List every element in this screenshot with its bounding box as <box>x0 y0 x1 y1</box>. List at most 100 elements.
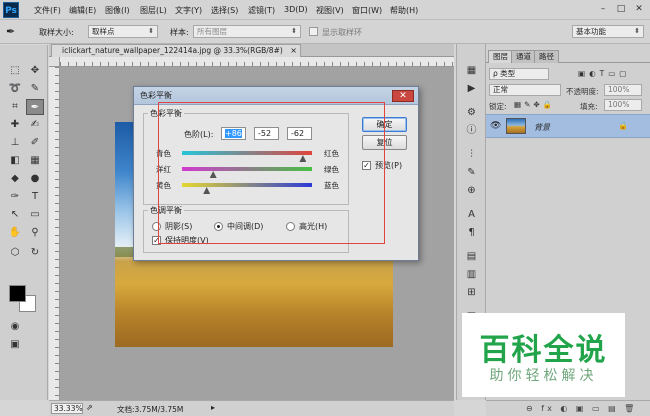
quick-mask-icon[interactable]: ◉ <box>6 319 24 335</box>
healing-brush-icon[interactable]: ✚ <box>6 117 24 133</box>
screen-mode-icon[interactable]: ▣ <box>6 337 24 353</box>
menu-layer[interactable]: 图层(L) <box>140 5 167 16</box>
quick-select-tool-icon[interactable]: ✎ <box>26 81 44 97</box>
window-controls: – □ ✕ <box>596 3 646 15</box>
minimize-icon[interactable]: – <box>596 3 610 15</box>
3d-tool-icon[interactable]: ⬡ <box>6 245 24 261</box>
clone-source-icon[interactable]: ⊕ <box>464 184 479 198</box>
eyedropper-icon[interactable]: ✒ <box>6 25 15 38</box>
path-select-icon[interactable]: ↖ <box>6 207 24 223</box>
crop-tool-icon[interactable]: ⌗ <box>6 99 24 115</box>
filter-icons[interactable]: ▣◐T▭▢ <box>578 69 630 78</box>
foreground-color-swatch[interactable] <box>9 285 26 302</box>
pen-tool-icon[interactable]: ✑ <box>6 189 24 205</box>
tab-layers[interactable]: 图层 <box>488 50 513 63</box>
close-icon[interactable]: ✕ <box>632 3 646 15</box>
brush-tool-icon[interactable]: ✍ <box>26 117 44 133</box>
move-tool-icon[interactable]: ✥ <box>26 63 44 79</box>
lock-icons[interactable]: ▦✎✥🔒 <box>514 100 555 109</box>
layers-footer-icons[interactable]: ⊖ fx ◐ ▣ ▭ ▤ 🗑 <box>486 400 650 416</box>
dodge-tool-icon[interactable]: ● <box>26 171 44 187</box>
menu-file[interactable]: 文件(F) <box>34 5 61 16</box>
yellow-blue-slider[interactable] <box>182 183 312 187</box>
slider-cyan-label: 青色 <box>156 149 171 158</box>
status-bar: 33.33% ⇗ 文档:3.75M/3.75M ▸ <box>49 400 454 416</box>
styles-icon[interactable]: ▥ <box>464 268 479 282</box>
kind-filter-select[interactable]: ρ 类型 <box>489 68 549 80</box>
layer-comps-icon[interactable]: ⊞ <box>464 286 479 300</box>
preview-checkbox[interactable]: ✓ <box>362 161 371 170</box>
sliders-icon[interactable]: ⫶ <box>464 148 479 162</box>
tab-channels[interactable]: 通道 <box>511 50 536 63</box>
menu-filter[interactable]: 滤镜(T) <box>248 5 275 16</box>
adjustments-icon[interactable]: ⚙ <box>464 106 479 120</box>
zoom-tool-icon[interactable]: ⚲ <box>26 225 44 241</box>
ok-button[interactable]: 确定 <box>362 117 407 132</box>
menu-edit[interactable]: 编辑(E) <box>69 5 96 16</box>
close-icon[interactable]: ✕ <box>392 90 414 102</box>
blur-tool-icon[interactable]: ◆ <box>6 171 24 187</box>
eraser-tool-icon[interactable]: ◧ <box>6 153 24 169</box>
slider-red-label: 红色 <box>324 149 339 158</box>
layer-row-background[interactable]: 👁 背景 🔒 <box>486 114 650 138</box>
menu-help[interactable]: 帮助(H) <box>390 5 418 16</box>
marquee-tool-icon[interactable]: ⬚ <box>6 63 24 79</box>
watermark-title: 百科全说 <box>479 333 608 368</box>
slider-yellow-label: 黄色 <box>156 181 171 190</box>
menu-image[interactable]: 图像(I) <box>105 5 130 16</box>
menu-3d[interactable]: 3D(D) <box>284 5 308 14</box>
document-tab[interactable]: iclickart_nature_wallpaper_122414a.jpg @… <box>51 44 301 57</box>
type-tool-icon[interactable]: T <box>26 189 44 205</box>
maximize-icon[interactable]: □ <box>614 3 628 15</box>
close-icon[interactable]: × <box>290 45 297 57</box>
properties-icon[interactable]: ⓘ <box>464 124 479 138</box>
play-action-icon[interactable]: ▶ <box>464 82 479 96</box>
radio-shadows[interactable] <box>152 222 161 231</box>
reset-button[interactable]: 复位 <box>362 135 407 150</box>
menu-type[interactable]: 文字(Y) <box>175 5 202 16</box>
zoom-field[interactable]: 33.33% <box>51 403 83 414</box>
color-balance-group-title: 色彩平衡 <box>148 108 184 119</box>
status-menu-icon[interactable]: ▸ <box>211 403 215 412</box>
hand-tool-icon[interactable]: ✋ <box>6 225 24 241</box>
sample-select[interactable]: 所有图层 ⬍ <box>193 25 301 38</box>
menu-select[interactable]: 选择(S) <box>211 5 238 16</box>
gradient-tool-icon[interactable]: ▦ <box>26 153 44 169</box>
level-yellow-blue-input[interactable]: -62 <box>287 127 312 140</box>
paragraph-icon[interactable]: ¶ <box>464 226 479 240</box>
stamp-tool-icon[interactable]: ⊥ <box>6 135 24 151</box>
radio-midtones[interactable] <box>214 222 223 231</box>
lasso-tool-icon[interactable]: ➰ <box>6 81 24 97</box>
status-arrow-icon[interactable]: ⇗ <box>86 403 93 412</box>
eye-icon[interactable]: 👁 <box>490 121 501 131</box>
history-icon[interactable]: ▦ <box>464 64 479 78</box>
radio-highlights[interactable] <box>286 222 295 231</box>
blend-mode-select[interactable]: 正常 <box>489 84 561 96</box>
level-cyan-red-input[interactable]: +86 <box>221 127 246 140</box>
history-brush-icon[interactable]: ✐ <box>26 135 44 151</box>
brush-preset-icon[interactable]: ✎ <box>464 166 479 180</box>
character-icon[interactable]: A <box>464 208 479 222</box>
tab-paths[interactable]: 路径 <box>534 50 559 63</box>
radio-shadows-label: 阴影(S) <box>165 222 193 231</box>
level-magenta-green-input[interactable]: -52 <box>254 127 279 140</box>
fill-field[interactable]: 100% <box>604 99 642 111</box>
magenta-green-slider[interactable] <box>182 167 312 171</box>
dialog-title-bar[interactable]: 色彩平衡 ✕ <box>134 87 418 105</box>
preserve-luminosity-checkbox[interactable]: ✓ <box>152 236 161 245</box>
workspace-select[interactable]: 基本功能 ⬍ <box>572 25 644 38</box>
menu-window[interactable]: 窗口(W) <box>352 5 382 16</box>
rotate-view-icon[interactable]: ↻ <box>26 245 44 261</box>
show-ring-checkbox[interactable] <box>309 27 318 36</box>
eyedropper-tool-icon[interactable]: ✒ <box>26 99 44 115</box>
slider-magenta-label: 洋红 <box>156 165 171 174</box>
opacity-field[interactable]: 100% <box>604 84 642 96</box>
swatches-icon[interactable]: ▤ <box>464 250 479 264</box>
cyan-red-slider[interactable] <box>182 151 312 155</box>
sample-size-select[interactable]: 取样点 ⬍ <box>88 25 158 38</box>
chevron-down-icon: ⬍ <box>148 27 154 35</box>
rectangle-tool-icon[interactable]: ▭ <box>26 207 44 223</box>
photoshop-logo: Ps <box>3 2 19 18</box>
menu-view[interactable]: 视图(V) <box>316 5 344 16</box>
tools-panel: ⬚ ✥ ➰ ✎ ⌗ ✒ ✚ ✍ ⊥ ✐ ◧ ▦ ◆ ● ✑ T ↖ ▭ ✋ ⚲ … <box>0 45 48 400</box>
